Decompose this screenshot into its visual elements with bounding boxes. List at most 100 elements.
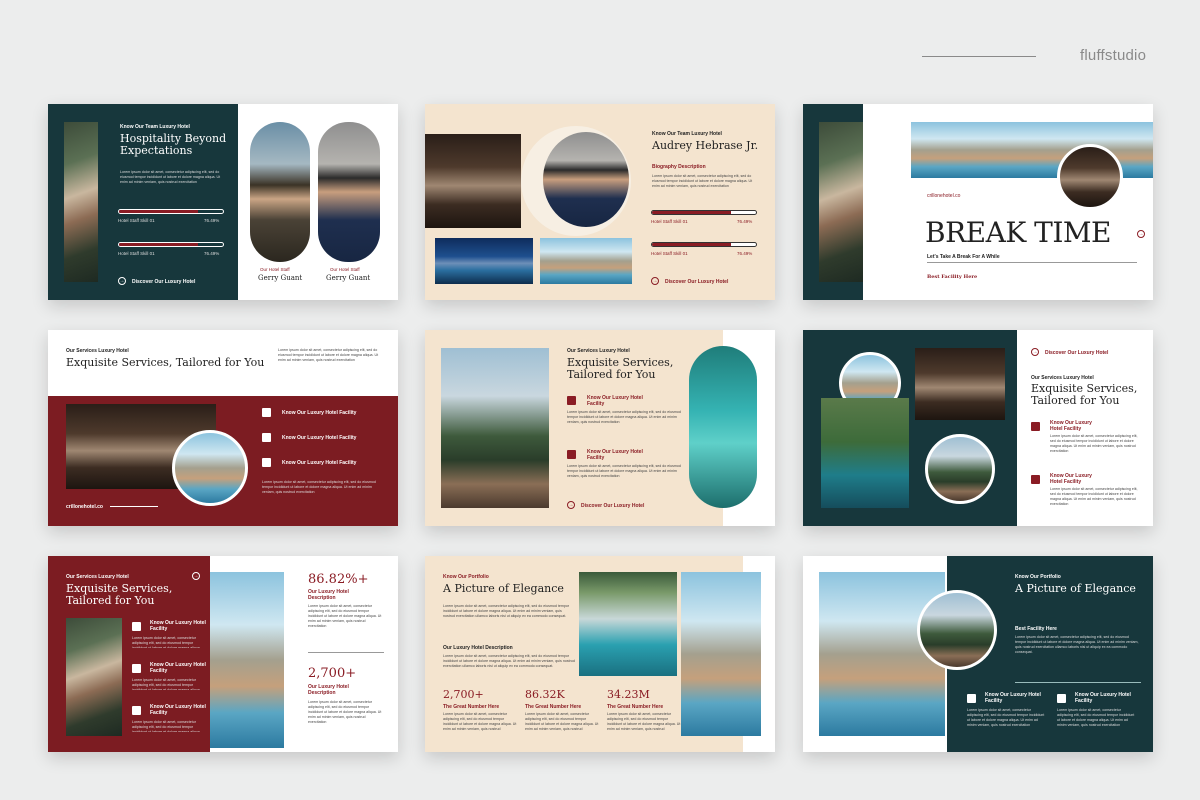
building-icon	[1031, 422, 1040, 431]
skill-bar-1-fill	[652, 211, 732, 214]
facility-subtitle: Best Facility Here	[1015, 626, 1057, 632]
cta-link[interactable]: Discover Our Luxury Hotel	[581, 503, 644, 509]
slide-tag: Our Services Luxury Hotel	[567, 348, 630, 354]
arrow-right-icon[interactable]: →	[1031, 348, 1039, 356]
resort-circle-photo	[925, 434, 995, 504]
aerial-pool-photo	[821, 398, 909, 508]
staff-2-role: Our Hotel Staff	[330, 267, 360, 272]
service-item-1[interactable]: Know Our Luxury Hotel Facility	[150, 620, 206, 632]
slide-7-stats[interactable]: Our Services Luxury Hotel → Exquisite Se…	[48, 556, 398, 752]
service-item-1[interactable]: Know Our Luxury Hotel Facility	[587, 395, 647, 407]
slide-title: Exquisite Services, Tailored for You	[567, 356, 674, 381]
arrow-right-icon[interactable]: →	[192, 572, 200, 580]
site-url[interactable]: crillonehotel.co	[927, 193, 960, 199]
cta-link[interactable]: Discover Our Luxury Hotel	[1045, 350, 1108, 356]
body-text: Lorem ipsum dolor sit amet, consectetur …	[278, 348, 379, 362]
slide-4-services[interactable]: Our Services Luxury Hotel Exquisite Serv…	[48, 330, 398, 526]
staff-2-name: Gerry Guant	[326, 274, 371, 282]
header-rule	[922, 56, 1036, 57]
body-text-2: Lorem ipsum dolor sit amet, consectetur …	[443, 654, 575, 668]
interior-photo	[915, 348, 1005, 420]
slide-tag: Know Our Portfolio	[1015, 574, 1061, 580]
stat-2-value: 86.32K	[525, 688, 565, 701]
slide-tag: Know Our Portfolio	[443, 574, 489, 580]
slide-title: Audrey Hebrase Jr.	[652, 139, 759, 152]
slide-9-portfolio[interactable]: Know Our Portfolio A Picture of Elegance…	[803, 556, 1153, 752]
site-url[interactable]: crillonehotel.co	[66, 504, 103, 510]
stat-1-text: Lorem ipsum dolor sit amet, consectetur …	[308, 604, 382, 628]
staff-icon	[132, 664, 141, 673]
service-item-2[interactable]: Know Our Luxury Hotel Facility	[282, 435, 356, 441]
skill-2-value: 76.49%	[204, 251, 220, 256]
skill-1-value: 76.49%	[737, 219, 753, 224]
stat-3-text: Lorem ipsum dolor sit amet, consectetur …	[607, 712, 681, 731]
slide-3-break[interactable]: crillonehotel.co BREAK TIME → Let's Take…	[803, 104, 1153, 300]
slide-8-portfolio[interactable]: Know Our Portfolio A Picture of Elegance…	[425, 556, 775, 752]
stat-2-label: Our Luxury Hotel Description	[308, 684, 349, 696]
cta-link[interactable]: Discover Our Luxury Hotel	[665, 279, 728, 285]
body-text: Lorem ipsum dolor sit amet, consectetur …	[1015, 635, 1139, 654]
lobby-photo	[64, 122, 98, 282]
arrow-right-icon[interactable]: →	[651, 277, 659, 285]
staff-photo-1	[250, 122, 310, 262]
stat-1-text: Lorem ipsum dolor sit amet, consectetur …	[443, 712, 517, 731]
slide-title: A Picture of Elegance	[1015, 582, 1136, 595]
skill-bar-1	[118, 209, 224, 214]
service-item-2[interactable]: Know Our Luxury Hotel Facility	[150, 662, 206, 674]
divider	[927, 262, 1137, 263]
service-item-2[interactable]: Know Our Luxury Hotel Facility	[1050, 473, 1100, 485]
cta-link[interactable]: Discover Our Luxury Hotel	[132, 279, 195, 285]
staff-icon	[262, 433, 271, 442]
skill-bar-2-fill	[652, 243, 732, 246]
service-item-3[interactable]: Know Our Luxury Hotel Facility	[150, 704, 206, 716]
interior-circle-photo	[1057, 144, 1123, 210]
skill-2-label: Hotel Staff Skill 01	[651, 251, 688, 256]
pool-aerial-photo	[689, 346, 757, 508]
building-icon	[967, 694, 976, 703]
brand-logo: fluffstudio	[1080, 47, 1147, 64]
body-text-2: Lorem ipsum dolor sit amet, consectetur …	[567, 464, 681, 478]
divider	[1015, 682, 1141, 683]
slide-tag: Know Our Team Luxury Hotel	[120, 124, 190, 130]
body-text-3: Lorem ipsum dolor sit amet, consectetur …	[1057, 708, 1135, 727]
slide-2-biography[interactable]: Know Our Team Luxury Hotel Audrey Hebras…	[425, 104, 775, 300]
body-text-3: Lorem ipsum dolor sit amet, consectetur …	[132, 720, 201, 732]
arrow-right-icon[interactable]: →	[567, 501, 575, 509]
service-item-1[interactable]: Know Our Luxury Hotel Facility	[282, 410, 356, 416]
stat-1-label: The Great Number Here	[443, 704, 500, 710]
stat-1-value: 86.82%+	[308, 572, 369, 587]
slide-1-team[interactable]: Know Our Team Luxury Hotel Hospitality B…	[48, 104, 398, 300]
bio-subtitle: Biography Description	[652, 164, 706, 170]
staff-photo-2	[318, 122, 380, 262]
building-icon	[567, 396, 576, 405]
slide-tag: Know Our Team Luxury Hotel	[652, 131, 722, 137]
skill-bar-1	[651, 210, 757, 215]
skill-bar-1-fill	[119, 210, 199, 213]
slide-title: Hospitality Beyond Expectations	[120, 132, 227, 157]
infinity-pool-photo	[579, 572, 677, 676]
staff-1-name: Gerry Guant	[258, 274, 303, 282]
pool-circle-photo	[172, 430, 248, 506]
body-text-2: Lorem ipsum dolor sit amet, consectetur …	[967, 708, 1045, 727]
facility-item-2[interactable]: Know Our Luxury Hotel Facility	[1075, 692, 1131, 704]
break-title: BREAK TIME	[925, 216, 1111, 249]
resort-pool-photo	[681, 572, 761, 736]
tag-icon	[262, 458, 271, 467]
stat-2-label: The Great Number Here	[525, 704, 582, 710]
service-item-2[interactable]: Know Our Luxury Hotel Facility	[587, 449, 647, 461]
tag-icon	[1057, 694, 1066, 703]
slide-title: Exquisite Services, Tailored for You	[66, 356, 265, 369]
arrow-right-icon[interactable]: →	[1137, 230, 1145, 238]
stat-1-label: Our Luxury Hotel Description	[308, 589, 349, 601]
skill-bar-2	[651, 242, 757, 247]
slide-5-services[interactable]: Our Services Luxury Hotel Exquisite Serv…	[425, 330, 775, 526]
slide-title: Exquisite Services, Tailored for You	[1031, 382, 1138, 407]
service-item-3[interactable]: Know Our Luxury Hotel Facility	[282, 460, 356, 466]
skill-1-value: 76.49%	[204, 218, 220, 223]
facility-item-1[interactable]: Know Our Luxury Hotel Facility	[985, 692, 1041, 704]
slide-6-services[interactable]: → Discover Our Luxury Hotel Our Services…	[803, 330, 1153, 526]
skill-bar-2	[118, 242, 224, 247]
body-text-2: Lorem ipsum dolor sit amet, consectetur …	[132, 678, 201, 690]
service-item-1[interactable]: Know Our Luxury Hotel Facility	[1050, 420, 1100, 432]
arrow-right-icon[interactable]: →	[118, 277, 126, 285]
